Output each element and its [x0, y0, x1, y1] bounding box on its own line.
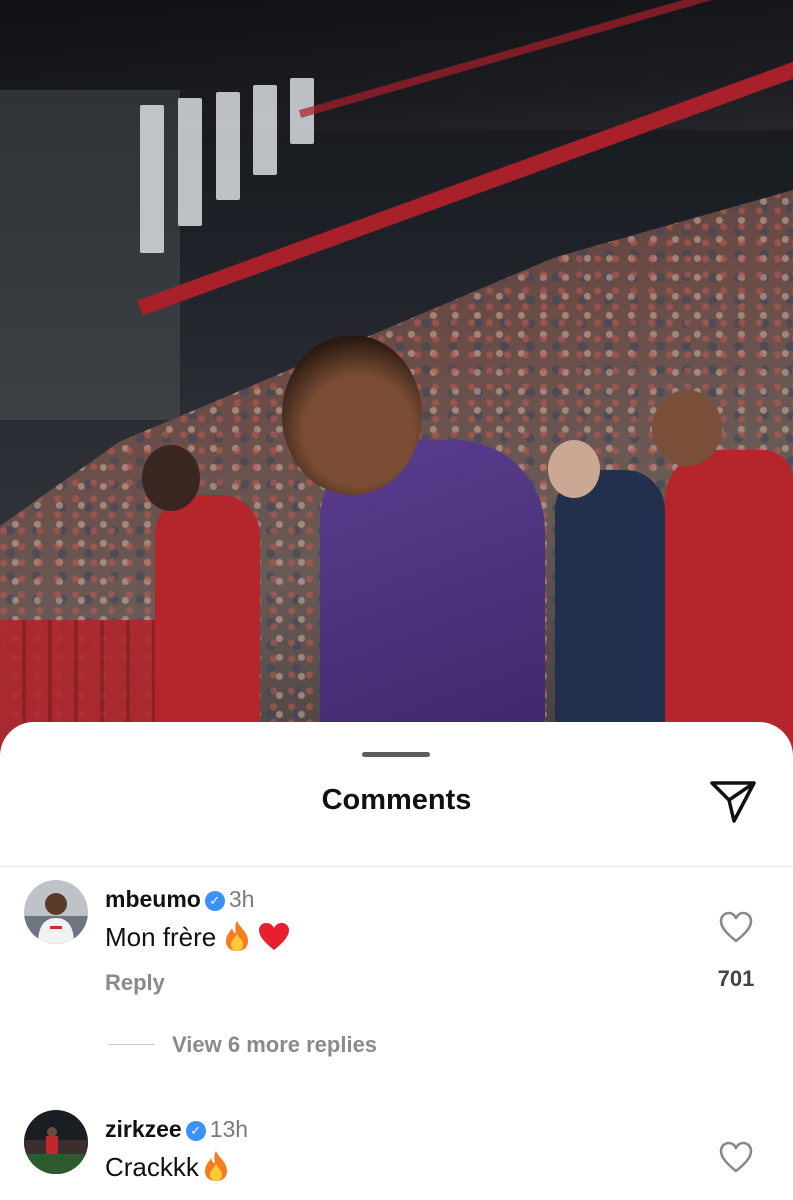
like-count: 701 — [717, 966, 755, 991]
view-more-replies-label: View 6 more replies — [172, 1032, 378, 1057]
player-red-left — [155, 495, 260, 760]
comment-text-line: Mon frère — [105, 920, 290, 953]
reply-button[interactable]: Reply — [105, 970, 165, 996]
comment-text: Crackkk — [105, 1152, 199, 1182]
sheet-title: Comments — [321, 784, 472, 816]
view-more-replies-button[interactable]: View 6 more replies — [108, 1032, 377, 1058]
verified-badge-icon: ✓ — [185, 1121, 206, 1141]
fire-emoji — [226, 921, 249, 951]
paper-plane-icon[interactable] — [708, 778, 758, 824]
player-red-right — [665, 450, 793, 760]
comment-item: mbeumo ✓ 3h Mon frère Reply 701 — [0, 880, 793, 1020]
spectator-navy — [555, 470, 665, 760]
timestamp: 13h — [209, 1116, 249, 1142]
comments-sheet: Comments mbeumo ✓ 3h Mon frère Reply 701… — [0, 722, 793, 1200]
divider-line — [108, 1044, 154, 1045]
red-heart-emoji — [259, 923, 290, 950]
comment-text: Mon frère — [105, 922, 217, 952]
player-head — [142, 445, 200, 511]
player-head — [652, 390, 722, 466]
avatar[interactable] — [24, 880, 88, 944]
stadium-window — [253, 85, 277, 175]
post-photo — [0, 0, 793, 760]
divider — [0, 866, 793, 867]
stadium-window — [140, 105, 164, 253]
stadium-window — [178, 98, 202, 226]
verified-badge-icon: ✓ — [204, 891, 225, 911]
heart-outline-icon[interactable] — [718, 910, 754, 944]
spectator-head — [548, 440, 600, 498]
username[interactable]: mbeumo — [105, 886, 201, 912]
heart-outline-icon[interactable] — [718, 1140, 754, 1174]
player-head — [282, 335, 422, 495]
drag-handle[interactable] — [362, 752, 430, 757]
avatar[interactable] — [24, 1110, 88, 1174]
comment-header: mbeumo ✓ 3h — [105, 886, 254, 913]
comment-header: zirkzee ✓ 13h — [105, 1116, 248, 1143]
comment-item: zirkzee ✓ 13h Crackkk — [0, 1110, 793, 1200]
comment-text-line: Crackkk — [105, 1150, 229, 1183]
fire-emoji — [204, 1151, 227, 1181]
stadium-window — [216, 92, 240, 200]
username[interactable]: zirkzee — [105, 1116, 182, 1142]
timestamp: 3h — [228, 886, 255, 912]
